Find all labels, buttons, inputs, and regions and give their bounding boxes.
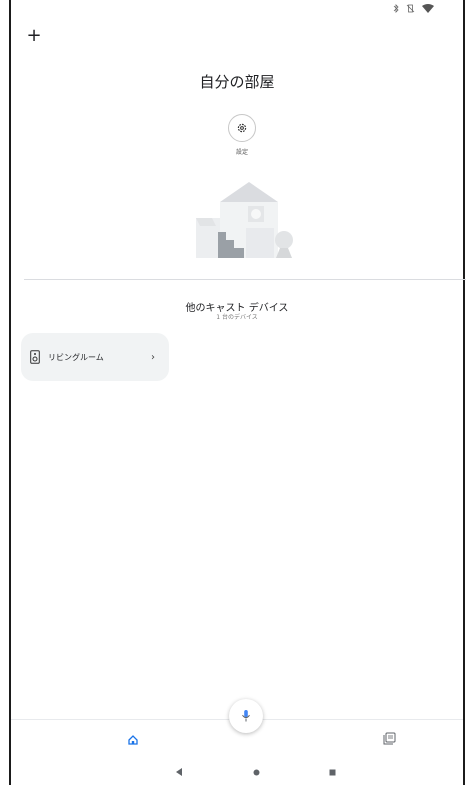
system-navigation-bar — [11, 758, 463, 785]
recent-apps-icon[interactable] — [329, 769, 336, 776]
section-divider — [24, 279, 466, 280]
home-title: 自分の部屋 — [199, 73, 275, 91]
settings-circle[interactable] — [228, 114, 256, 142]
home-icon[interactable] — [128, 735, 138, 745]
microphone-icon — [242, 710, 250, 722]
add-button[interactable]: + — [24, 26, 44, 46]
vibrate-off-icon — [406, 4, 415, 15]
feed-icon[interactable] — [383, 732, 396, 745]
other-devices-count: 1 台のデバイス — [216, 314, 258, 321]
home-nav-icon[interactable] — [253, 769, 260, 776]
home-illustration — [196, 182, 293, 258]
device-card-living-room[interactable]: リビングルーム › — [21, 333, 169, 381]
settings-label: 設定 — [235, 149, 248, 156]
wifi-icon — [422, 3, 434, 15]
bluetooth-icon — [393, 3, 399, 15]
gear-icon — [237, 123, 247, 133]
settings-button[interactable]: 設定 — [227, 114, 257, 156]
back-icon[interactable] — [175, 768, 183, 776]
chevron-right-icon: › — [151, 351, 155, 363]
device-name: リビングルーム — [48, 352, 104, 362]
speaker-icon — [30, 350, 40, 364]
voice-search-button[interactable] — [229, 699, 263, 733]
status-bar — [393, 3, 434, 15]
